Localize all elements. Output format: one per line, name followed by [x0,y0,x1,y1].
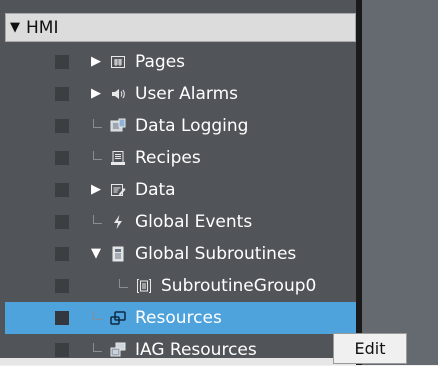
tree-item-data[interactable]: ▶ Data [5,174,356,206]
edit-label: Edit [354,339,386,358]
tree-item-label: Data Logging [135,116,249,136]
tree-item-label: Global Subroutines [135,244,297,264]
tree-root-label: HMI [26,17,59,38]
resources-icon [110,311,126,325]
tree-root-hmi[interactable]: ▼ HMI [5,13,356,42]
status-square-icon [55,151,69,165]
expand-right-icon[interactable]: ▶ [89,54,103,70]
tree-item-iag-resources[interactable]: IAG Resources [5,334,356,366]
subroutines-icon [112,246,124,262]
expand-right-icon[interactable]: ▶ [89,86,103,102]
tree-connector [93,311,102,320]
tree-item-global-events[interactable]: Global Events [5,206,356,238]
expand-right-icon[interactable]: ▶ [89,182,103,198]
expand-down-icon[interactable]: ▼ [10,20,20,35]
tree-item-user-alarms[interactable]: ▶ User Alarms [5,78,356,110]
edit-menu-item[interactable]: Edit [333,333,407,364]
recipes-icon [111,151,125,165]
expand-down-icon[interactable]: ▼ [89,246,103,262]
subroutine-group-icon [137,279,151,293]
iag-resources-icon [110,342,126,357]
status-square-icon [55,311,69,325]
tree-item-label: User Alarms [135,84,239,104]
tree-item-label: Resources [135,308,222,328]
tree-item-global-subroutines[interactable]: ▼ Global Subroutines [5,238,356,270]
tree-connector [93,215,102,224]
tree-connector [93,343,102,352]
status-square-icon [55,55,69,69]
tree-connector [119,279,128,288]
lightning-icon [114,215,122,229]
status-square-icon [55,279,69,293]
tree-item-label: SubroutineGroup0 [161,276,317,296]
alarm-speaker-icon [112,89,125,99]
tree-item-resources[interactable]: Resources [5,302,356,334]
pages-icon [111,56,125,68]
right-panel [362,0,438,365]
status-square-icon [55,343,69,357]
status-square-icon [55,183,69,197]
tree-item-pages[interactable]: ▶ Pages [5,46,356,78]
data-icon [111,184,126,196]
tree-item-data-logging[interactable]: Data Logging [5,110,356,142]
tree-connector [93,119,102,128]
status-square-icon [55,247,69,261]
tree-item-recipes[interactable]: Recipes [5,142,356,174]
tree-item-label: Global Events [135,212,253,232]
status-square-icon [55,119,69,133]
panel-splitter[interactable] [356,0,362,365]
tree-item-label: Data [135,180,176,200]
data-logging-icon [110,118,126,132]
tree-connector [93,151,102,160]
tree-item-label: IAG Resources [135,340,257,360]
tree-item-label: Recipes [135,148,201,168]
tree-item-subroutine-group0[interactable]: SubroutineGroup0 [5,270,356,302]
status-square-icon [55,215,69,229]
status-square-icon [55,87,69,101]
tree-item-label: Pages [135,52,186,72]
